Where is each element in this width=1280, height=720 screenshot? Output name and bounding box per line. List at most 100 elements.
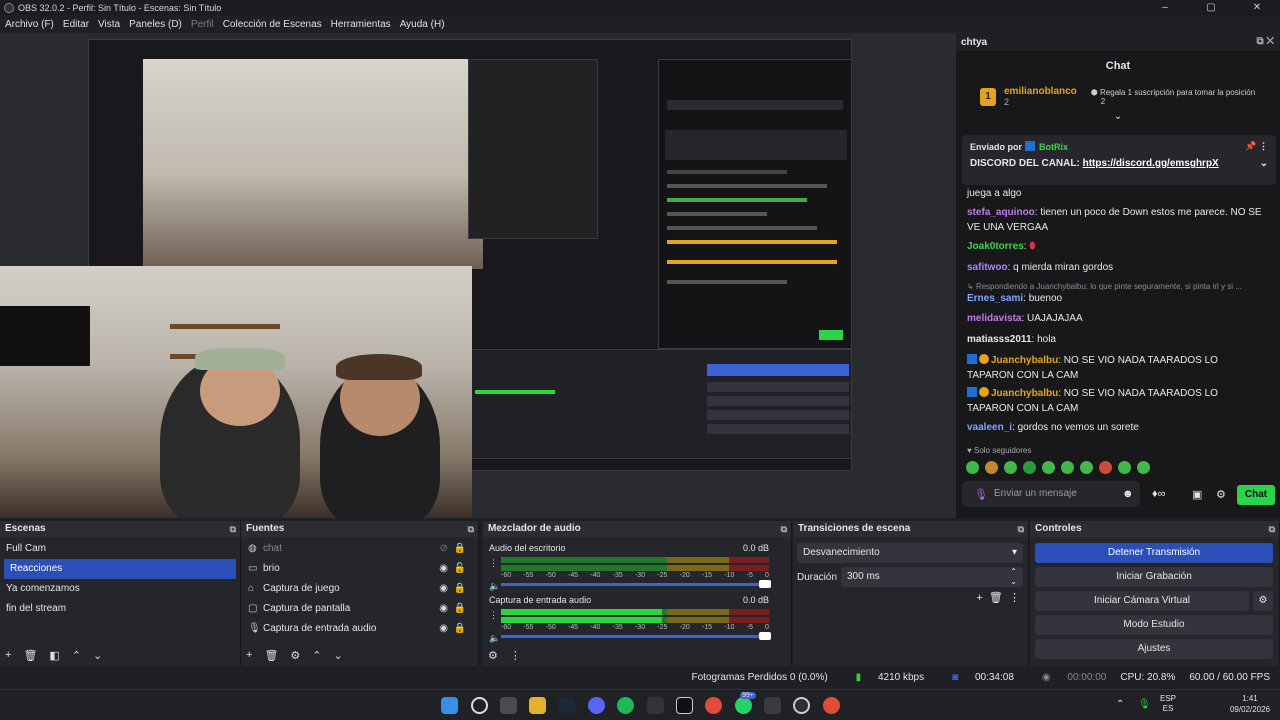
- filter-icon[interactable]: ◧: [49, 649, 59, 662]
- chrome-icon[interactable]: [823, 697, 840, 714]
- move-down-icon[interactable]: ⌄: [93, 649, 102, 662]
- kebab-menu-icon[interactable]: ⋮: [489, 610, 501, 621]
- source-item[interactable]: ◍ chat ⊘ 🔒: [241, 539, 478, 559]
- speaker-icon[interactable]: 🔈: [489, 581, 500, 592]
- tray-chevron-icon[interactable]: ⌃: [1116, 699, 1124, 710]
- menu-ayuda[interactable]: Ayuda (H): [400, 19, 445, 30]
- sources-toolbar: + 🗑 ⚙ ⌃ ⌄: [241, 644, 478, 666]
- clock[interactable]: 1:41 09/02/2026: [1230, 693, 1270, 715]
- trash-icon[interactable]: 🗑: [264, 649, 278, 662]
- source-item[interactable]: ⌂ Captura de juego ◉ 🔒: [241, 579, 478, 599]
- chat-message: safitwoo: q mierda miran gordos: [967, 262, 1114, 273]
- speaker-icon[interactable]: 🔈: [489, 633, 500, 644]
- scene-item[interactable]: Ya comenzamos: [0, 579, 240, 599]
- emote-bar[interactable]: [966, 461, 1156, 477]
- studio-mode-button[interactable]: Modo Estudio: [1035, 615, 1273, 635]
- chat-message-input[interactable]: Enviar un mensaje: [962, 481, 1140, 507]
- gear-icon[interactable]: ⚙: [290, 649, 300, 662]
- move-down-icon[interactable]: ⌄: [334, 649, 343, 662]
- camera-icon: ▭: [248, 563, 258, 574]
- app-icon[interactable]: [764, 697, 781, 714]
- bits-icon[interactable]: ♦∞: [1152, 488, 1165, 500]
- volume-fader[interactable]: [501, 580, 771, 588]
- mic-icon[interactable]: 🎙: [974, 488, 988, 501]
- source-item[interactable]: 🎙 Captura de entrada audio ◉ 🔒: [241, 619, 478, 639]
- maximize-button[interactable]: ▢: [1188, 0, 1234, 15]
- virtual-cam-settings-gear-icon[interactable]: ⚙: [1253, 591, 1273, 611]
- menu-archivo[interactable]: Archivo (F): [5, 19, 54, 30]
- lock-icon: 🔒: [453, 623, 466, 634]
- move-up-icon[interactable]: ⌃: [72, 649, 81, 662]
- duration-spinbox[interactable]: 300 ms ⌃ ⌄: [841, 567, 1023, 587]
- move-up-icon[interactable]: ⌃: [312, 649, 321, 662]
- add-icon[interactable]: +: [5, 649, 11, 661]
- pinned-gift: 1 emilianoblanco 2 ⬢ Regala 1 suscripció…: [956, 86, 1280, 107]
- menu-perfil[interactable]: Perfil: [191, 19, 214, 30]
- menu-coleccion-escenas[interactable]: Colección de Escenas: [223, 19, 322, 30]
- add-icon[interactable]: +: [976, 592, 982, 604]
- kebab-menu-icon[interactable]: ⋮: [1009, 592, 1020, 604]
- volume-fader[interactable]: [501, 632, 771, 640]
- kebab-menu-icon[interactable]: ⋮: [489, 558, 501, 569]
- chrome-icon[interactable]: [705, 697, 722, 714]
- rec-time: ◉ 00:00:00: [1041, 672, 1107, 683]
- obs-icon[interactable]: [793, 697, 810, 714]
- epic-games-icon[interactable]: [647, 697, 664, 714]
- chat-message: Ernes_sami: buenoo: [967, 293, 1063, 304]
- tray-mic-icon[interactable]: 🎙: [1138, 699, 1151, 710]
- start-recording-button[interactable]: Iniciar Grabación: [1035, 567, 1273, 587]
- collapse-icon[interactable]: ⌄: [956, 111, 1280, 122]
- source-item[interactable]: ▢ Captura de pantalla ◉ 🔒: [241, 599, 478, 619]
- prime-icon: [967, 387, 977, 397]
- capcut-icon[interactable]: [676, 697, 693, 714]
- advanced-audio-icon[interactable]: ⚙: [488, 649, 498, 662]
- dock-float-close-icon[interactable]: ⧉ ✕: [1256, 36, 1274, 47]
- trash-icon[interactable]: 🗑: [989, 592, 1003, 604]
- scene-item[interactable]: Full Cam: [0, 539, 240, 559]
- scene-item[interactable]: fin del stream: [0, 599, 240, 619]
- prime-icon: [967, 354, 977, 364]
- store-icon[interactable]: ▣: [1192, 488, 1202, 501]
- hidden-eye-icon: ⊘: [439, 543, 448, 554]
- menu-herramientas[interactable]: Herramientas: [331, 19, 391, 30]
- search-icon[interactable]: [471, 697, 488, 714]
- dock-float-icon[interactable]: ⧉: [1269, 521, 1275, 537]
- windows-start-icon[interactable]: [441, 697, 458, 714]
- spotify-icon[interactable]: [617, 697, 634, 714]
- emoji-icon[interactable]: ☻: [1122, 488, 1134, 500]
- settings-gear-icon[interactable]: ⚙: [1216, 488, 1226, 501]
- emote-icon: ⬮: [1029, 241, 1036, 252]
- source-item[interactable]: ▭ brio ◉ 🔓: [241, 559, 478, 579]
- pin-icon[interactable]: 📌 ⋮: [1245, 141, 1268, 152]
- expand-icon[interactable]: ⌄: [1260, 158, 1268, 169]
- transition-toolbar: + 🗑 ⋮: [976, 591, 1020, 604]
- menu-paneles[interactable]: Paneles (D): [129, 19, 182, 30]
- folder-icon[interactable]: [529, 697, 546, 714]
- start-virtual-cam-button[interactable]: Iniciar Cámara Virtual: [1035, 591, 1249, 611]
- menu-vista[interactable]: Vista: [98, 19, 120, 30]
- settings-button[interactable]: Ajustes: [1035, 639, 1273, 659]
- meter-scale: -60 -55 -50 -45 -40 -35 -30 -25 -20 -15 -10 -5 0: [501, 572, 769, 579]
- menu-editar[interactable]: Editar: [63, 19, 89, 30]
- fps: 60.00 / 60.00 FPS: [1189, 672, 1270, 683]
- kebab-menu-icon[interactable]: ⋮: [510, 649, 521, 662]
- discord-icon[interactable]: [588, 697, 605, 714]
- steam-icon[interactable]: [558, 697, 575, 714]
- stop-stream-button[interactable]: Detener Transmisión: [1035, 543, 1273, 563]
- minimize-button[interactable]: –: [1142, 0, 1188, 15]
- dock-float-icon[interactable]: ⧉: [468, 521, 474, 537]
- transition-select[interactable]: Desvanecimiento ▾: [797, 543, 1023, 563]
- whatsapp-icon[interactable]: [735, 697, 752, 714]
- dock-float-icon[interactable]: ⧉: [781, 521, 787, 537]
- scene-item-selected[interactable]: Reacciones: [4, 559, 236, 579]
- dock-float-icon[interactable]: ⧉: [230, 521, 236, 537]
- chat-send-button[interactable]: Chat: [1237, 485, 1275, 505]
- language-indicator[interactable]: ESP ES: [1160, 694, 1176, 714]
- close-button[interactable]: ✕: [1234, 0, 1280, 15]
- trash-icon[interactable]: 🗑: [23, 649, 37, 662]
- transitions-title: Transiciones de escena ⧉: [793, 521, 1028, 537]
- add-icon[interactable]: +: [246, 649, 252, 661]
- store-icon[interactable]: [500, 697, 517, 714]
- dock-float-icon[interactable]: ⧉: [1018, 521, 1024, 537]
- announcement-link[interactable]: https://discord.gg/emsghrpX: [1083, 158, 1219, 169]
